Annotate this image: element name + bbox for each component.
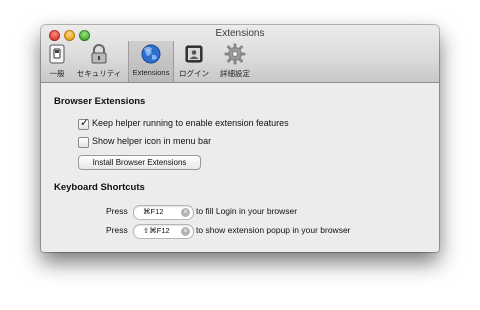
shortcut-description: to show extension popup in your browser [196,225,351,235]
checkmark-icon: ✓ [80,117,90,129]
toolbar-item-general[interactable]: 一般 [44,41,70,82]
toolbar-label-advanced: 詳細設定 [220,69,250,78]
press-label: Press [106,206,128,216]
toolbar-label-security: セキュリティ [76,69,122,78]
login-icon [185,45,203,63]
show-icon-checkbox[interactable] [78,137,89,148]
toolbar-item-login[interactable]: ログイン [177,41,211,82]
keep-helper-label: Keep helper running to enable extension … [92,118,289,128]
section-title-browser-extensions: Browser Extensions [54,96,146,107]
keep-helper-checkbox[interactable]: ✓ [78,117,90,130]
globe-icon [141,44,161,64]
shortcut-field-show-popup[interactable]: ⇧⌘F12 × [133,224,194,239]
preferences-window: Extensions 一般 セキュリティ Extensions ログイン 詳細設… [41,25,439,252]
shortcut-description: to fill Login in your browser [196,206,298,216]
clear-icon[interactable]: × [181,208,190,217]
show-icon-label: Show helper icon in menu bar [92,136,212,146]
extensions-pane: Browser Extensions ✓ Keep helper running… [41,83,439,252]
shortcut-field-fill-login[interactable]: ⌘F12 × [133,205,194,220]
window-title: Extensions [215,28,265,39]
shortcut-value: ⌘F12 [143,207,164,216]
toolbar-label-extensions: Extensions [132,68,170,77]
toolbar-item-security[interactable]: セキュリティ [73,41,125,82]
toolbar-item-advanced[interactable]: 詳細設定 [215,41,255,82]
toolbar-label-login: ログイン [179,69,209,78]
clear-icon[interactable]: × [181,227,190,236]
gear-icon [224,43,246,65]
section-title-keyboard-shortcuts: Keyboard Shortcuts [54,182,145,193]
titlebar: Extensions 一般 セキュリティ Extensions ログイン 詳細設… [41,25,439,83]
press-label: Press [106,225,128,235]
install-browser-extensions-button[interactable]: Install Browser Extensions [78,155,201,170]
toolbar-item-extensions[interactable]: Extensions [128,41,174,82]
toolbar-label-general: 一般 [49,69,65,78]
switch-icon [49,44,65,64]
lock-icon [91,44,107,64]
shortcut-value: ⇧⌘F12 [143,226,170,235]
